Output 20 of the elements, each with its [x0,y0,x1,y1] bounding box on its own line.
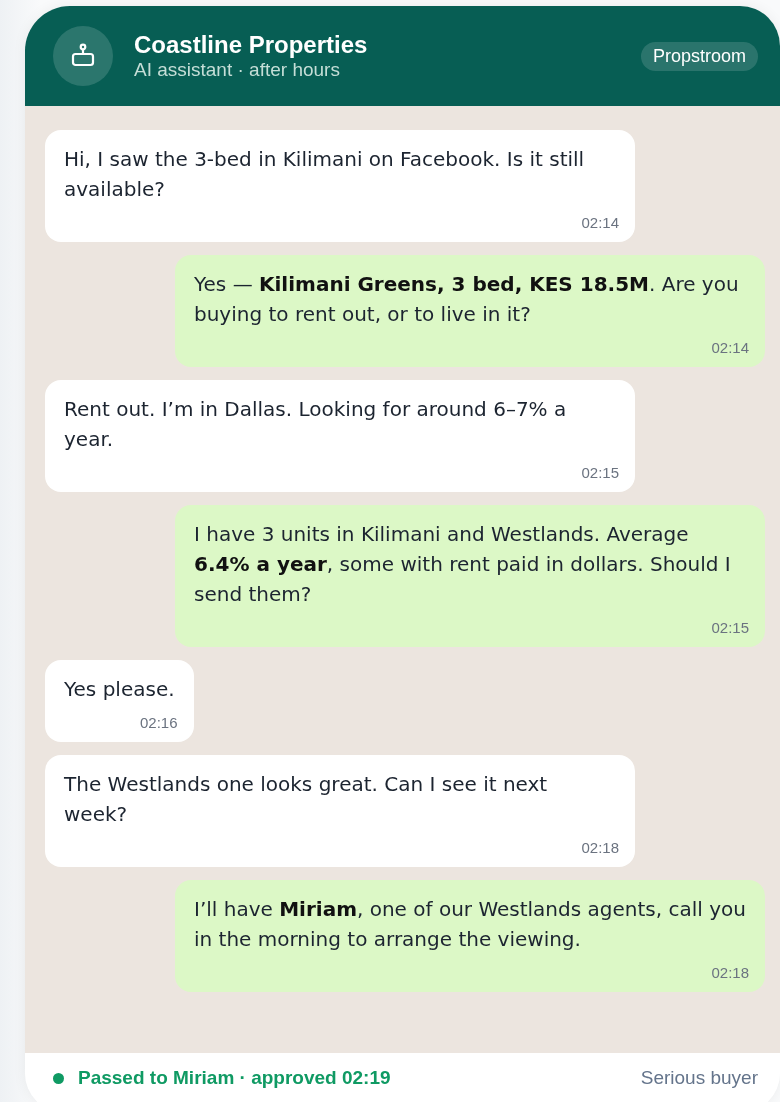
message-text: The Westlands one looks great. Can I see it next week? [64,771,549,828]
message-text: Yes please. [64,676,175,703]
message-time: 02:18 [711,963,749,983]
message-time: 02:14 [711,338,749,358]
handoff-status: Passed to Miriam · approved 02:19 [78,1067,392,1089]
platform-badge: Propstroom [640,41,758,71]
message-text: Yes — Kilimani Greens, 3 bed, KES 18.5M. Are you buying to rent out, or to live in it? [194,271,740,328]
lead-tag: Serious buyer [640,1067,758,1089]
message-text: Rent out. I’m in Dallas. Looking for around 6–7% a year. [64,396,568,453]
message-time: 02:14 [581,213,619,233]
message-text: I’ll have Miriam, one of our Westlands agents, call you in the morning to arrange the viewing. [194,896,746,953]
message-time: 02:16 [140,713,178,733]
message-time: 02:18 [581,838,619,858]
message-time: 02:15 [711,618,749,638]
contact-subtitle: AI assistant · after hours [134,58,341,81]
message-text: I have 3 units in Kilimani and Westlands. Average 6.4% a year, some with rent paid in dollars. Should I send them? [194,521,732,608]
message-text: Hi, I saw the 3-bed in Kilimani on Facebook. Is it still available? [64,146,586,203]
message-time: 02:15 [581,463,619,483]
contact-name: Coastline Properties [134,31,369,58]
robot-icon [70,43,96,69]
